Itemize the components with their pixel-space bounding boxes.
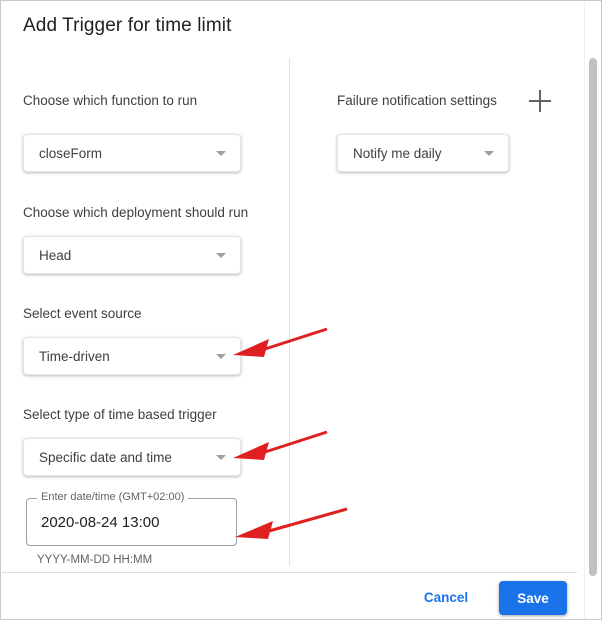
label-choose-function: Choose which function to run <box>23 93 198 108</box>
select-trigger-type-value: Specific date and time <box>39 449 172 465</box>
label-trigger-type: Select type of time based trigger <box>23 407 217 422</box>
annotation-arrow-trigger-type <box>233 430 328 460</box>
column-divider <box>289 58 290 566</box>
select-trigger-type[interactable]: Specific date and time <box>23 438 241 476</box>
label-choose-deployment: Choose which deployment should run <box>23 205 249 220</box>
footer-divider <box>2 572 577 573</box>
chevron-down-icon <box>484 150 494 156</box>
select-failure-notification-value: Notify me daily <box>353 145 442 161</box>
label-event-source: Select event source <box>23 306 142 321</box>
plus-icon[interactable] <box>529 90 551 112</box>
chevron-down-icon <box>216 252 226 258</box>
scrollbar-thumb[interactable] <box>589 58 597 576</box>
select-function-value: closeForm <box>39 145 103 161</box>
cancel-button[interactable]: Cancel <box>411 581 481 613</box>
datetime-helper-text: YYYY-MM-DD HH:MM <box>37 554 153 566</box>
select-event-source-value: Time-driven <box>39 348 110 364</box>
label-failure-notification: Failure notification settings <box>337 93 497 108</box>
select-deployment[interactable]: Head <box>23 236 241 274</box>
chevron-down-icon <box>216 353 226 359</box>
chevron-down-icon <box>216 150 226 156</box>
chevron-down-icon <box>216 454 226 460</box>
annotation-arrow-event-source <box>233 327 328 357</box>
datetime-input-label: Enter date/time (GMT+02:00) <box>37 491 189 504</box>
datetime-input-value: 2020-08-24 13:00 <box>41 514 160 531</box>
select-event-source[interactable]: Time-driven <box>23 337 241 375</box>
datetime-input[interactable]: Enter date/time (GMT+02:00) 2020-08-24 1… <box>26 491 237 546</box>
select-function[interactable]: closeForm <box>23 134 241 172</box>
page-title: Add Trigger for time limit <box>23 15 232 36</box>
select-deployment-value: Head <box>39 247 72 263</box>
add-trigger-dialog: Add Trigger for time limit Choose which … <box>0 0 602 620</box>
select-failure-notification[interactable]: Notify me daily <box>337 134 509 172</box>
save-button[interactable]: Save <box>499 581 567 615</box>
annotation-arrow-datetime <box>235 507 348 539</box>
